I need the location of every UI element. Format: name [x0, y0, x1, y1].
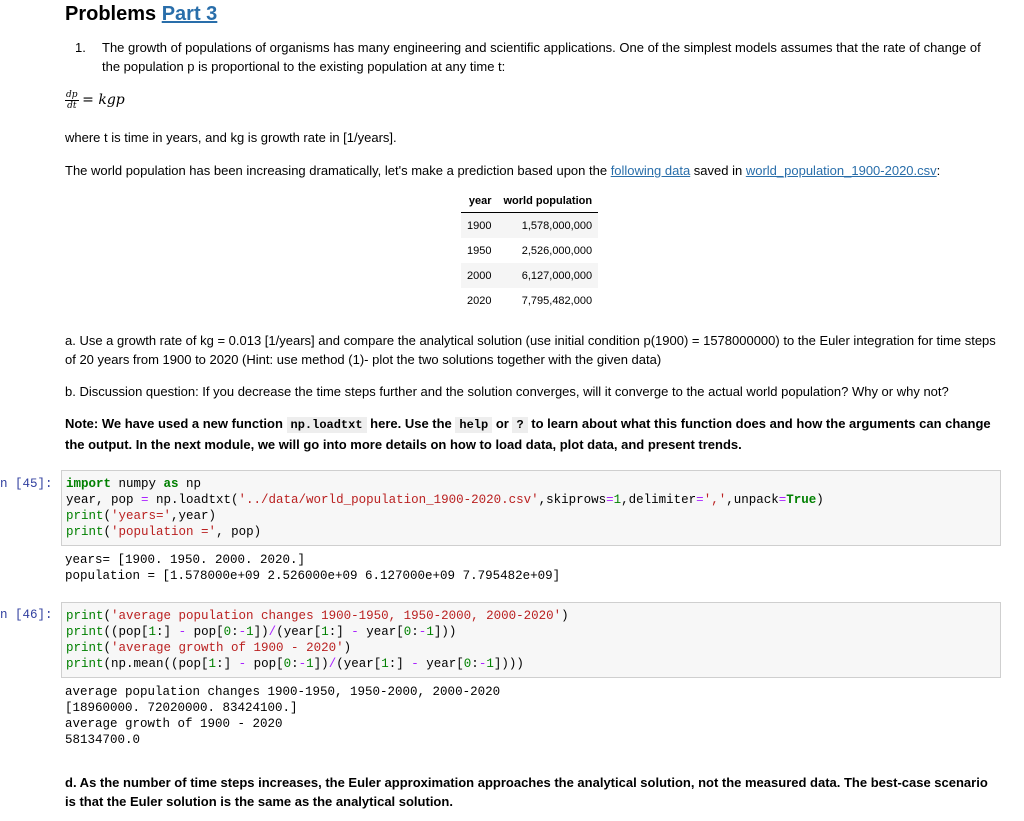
cell-population: 1,578,000,000 — [497, 212, 599, 238]
world-post: : — [936, 163, 941, 178]
eq-rhs: = kgp — [82, 92, 125, 108]
world-mid: saved in — [690, 163, 746, 178]
world-text: The world population has been increasing… — [65, 161, 996, 180]
csv-link[interactable]: world_population_1900-2020.csv — [746, 163, 937, 178]
eq-denominator: dt — [67, 101, 77, 112]
item-number: 1. — [75, 40, 86, 55]
cell-prompt-45: n [45]: — [0, 477, 53, 491]
note-code-loadtxt: np.loadtxt — [286, 417, 367, 433]
page-title: Problems Part 3 — [65, 3, 217, 26]
output-46: average population changes 1900-1950, 19… — [65, 684, 500, 748]
table-row: 1950 2,526,000,000 — [461, 238, 598, 263]
cell-population: 7,795,482,000 — [521, 294, 593, 307]
question-b: b. Discussion question: If you decrease … — [65, 384, 949, 399]
cell-year: 2020 — [467, 294, 492, 307]
note-text-1: Note: We have used a new function — [65, 416, 287, 431]
output-line: [18960000. 72020000. 83424100.] — [65, 701, 298, 715]
output-line: average population changes 1900-1950, 19… — [65, 685, 501, 699]
header-year: year — [461, 191, 498, 213]
note-text-3: or — [492, 416, 513, 431]
answer-d: d. As the number of time steps increases… — [65, 775, 988, 809]
output-line: years= [1900. 1950. 2000. 2020.] — [65, 553, 306, 567]
world-pre: The world population has been increasing… — [65, 163, 611, 178]
output-45: years= [1900. 1950. 2000. 2020.] populati… — [65, 552, 560, 584]
output-line: 58134700.0 — [65, 733, 141, 747]
table-row: 2020 7,795,482,000 — [461, 288, 598, 313]
table-row: 2000 6,127,000,000 — [461, 263, 599, 288]
note-code-question: ? — [512, 417, 528, 433]
cell-population: 6,127,000,000 — [497, 263, 599, 288]
note-text-2: here. Use the — [366, 416, 456, 431]
where-text: where t is time in years, and kg is grow… — [65, 130, 397, 145]
intro-text: The growth of populations of organisms h… — [102, 40, 981, 74]
code-cell-45[interactable]: import numpy as np year, pop = np.loadtx… — [61, 470, 1001, 546]
intro-item: 1. The growth of populations of organism… — [65, 38, 996, 76]
output-line: average growth of 1900 - 2020 — [65, 717, 283, 731]
cell-population: 2,526,000,000 — [521, 244, 593, 257]
title-link-part3[interactable]: Part 3 — [162, 3, 218, 25]
cell-prompt-46: n [46]: — [0, 608, 53, 622]
following-data-link[interactable]: following data — [611, 163, 691, 178]
output-line: population = [1.578000e+09 2.526000e+09 … — [65, 569, 561, 583]
table-header-row: year world population — [461, 191, 599, 213]
header-population: world population — [497, 191, 599, 213]
cell-year: 2000 — [461, 263, 498, 288]
cell-year: 1900 — [461, 212, 498, 238]
cell-year: 1950 — [467, 244, 492, 257]
note-code-help: help — [455, 417, 493, 433]
title-text: Problems — [65, 3, 157, 25]
code-cell-46[interactable]: print('average population changes 1900-1… — [61, 602, 1001, 678]
table-row: 1900 1,578,000,000 — [461, 212, 599, 238]
equation: dp dt = kgp — [65, 90, 996, 111]
note-paragraph: Note: We have used a new function np.loa… — [65, 414, 996, 454]
eq-numerator: dp — [65, 90, 79, 102]
derivative-fraction: dp dt — [65, 90, 79, 111]
population-table: year world population 1900 1,578,000,000… — [461, 191, 599, 313]
question-a: a. Use a growth rate of kg = 0.013 [1/ye… — [65, 333, 996, 367]
